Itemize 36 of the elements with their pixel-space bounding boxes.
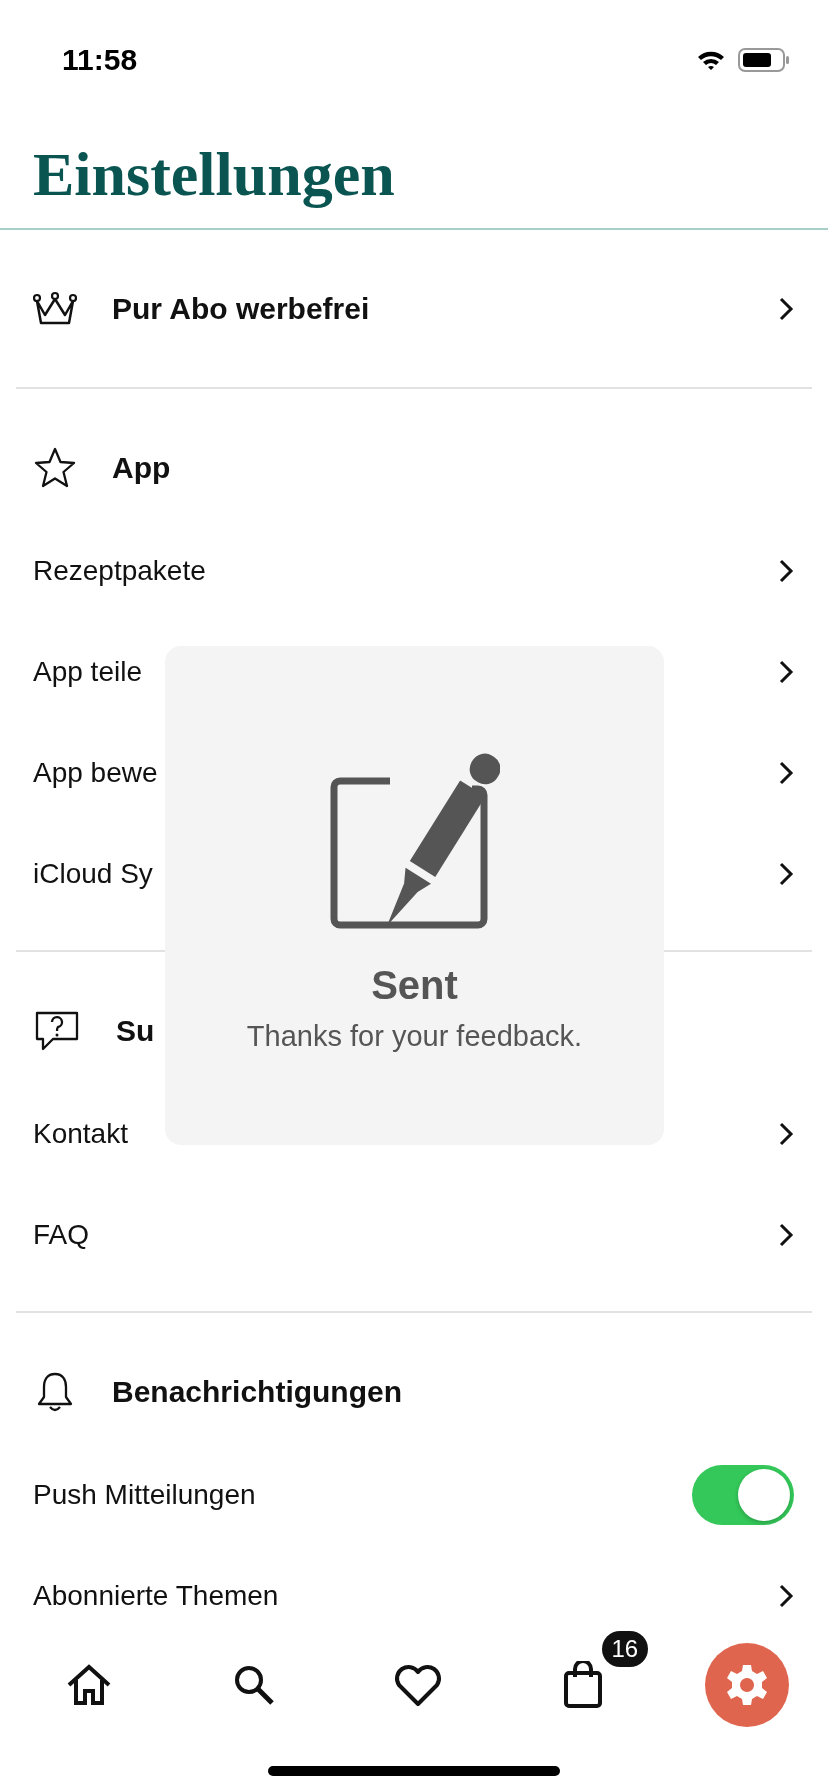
crown-icon: [33, 290, 77, 327]
chevron-right-icon[interactable]: [778, 860, 794, 887]
settings-icon: [725, 1663, 769, 1707]
section-header: App: [112, 450, 171, 485]
chevron-right-icon[interactable]: [778, 658, 794, 685]
settings-item[interactable]: App teile: [33, 655, 142, 688]
heart-icon: [393, 1663, 443, 1707]
battery-icon: [738, 47, 790, 73]
home-icon: [65, 1663, 113, 1707]
settings-item[interactable]: Kontakt: [33, 1117, 128, 1150]
chevron-right-icon[interactable]: [778, 759, 794, 786]
status-time: 11:58: [62, 43, 138, 77]
star-icon: [33, 445, 77, 490]
chevron-right-icon[interactable]: [778, 1582, 794, 1609]
cart-count-badge: 16: [601, 1631, 649, 1667]
tab-button[interactable]: [562, 1661, 603, 1709]
settings-item[interactable]: Rezeptpakete: [33, 554, 206, 587]
chevron-right-icon[interactable]: [778, 1120, 794, 1147]
chevron-right-icon[interactable]: [778, 295, 794, 322]
chevron-right-icon[interactable]: [778, 1221, 794, 1248]
settings-item[interactable]: iCloud Sy: [33, 857, 153, 890]
tab-button[interactable]: [65, 1663, 113, 1707]
section-header: Pur Abo werbefrei: [112, 291, 370, 326]
toast-title: Sent: [371, 963, 458, 1008]
tab-button[interactable]: [393, 1663, 443, 1707]
page-title: Einstellungen: [33, 138, 395, 210]
settings-item[interactable]: Abonnierte Themen: [33, 1579, 279, 1612]
settings-item[interactable]: App bewe: [33, 756, 158, 789]
settings-item[interactable]: Push Mitteilungen: [33, 1478, 256, 1511]
shopping-bag-icon: [562, 1661, 603, 1709]
wifi-icon: [696, 49, 726, 71]
section-header: Su: [116, 1013, 155, 1048]
settings-item[interactable]: FAQ: [33, 1218, 89, 1251]
toast-message: Thanks for your feedback.: [246, 1020, 583, 1053]
section-header: Benachrichtigungen: [112, 1374, 403, 1409]
chevron-right-icon[interactable]: [778, 557, 794, 584]
